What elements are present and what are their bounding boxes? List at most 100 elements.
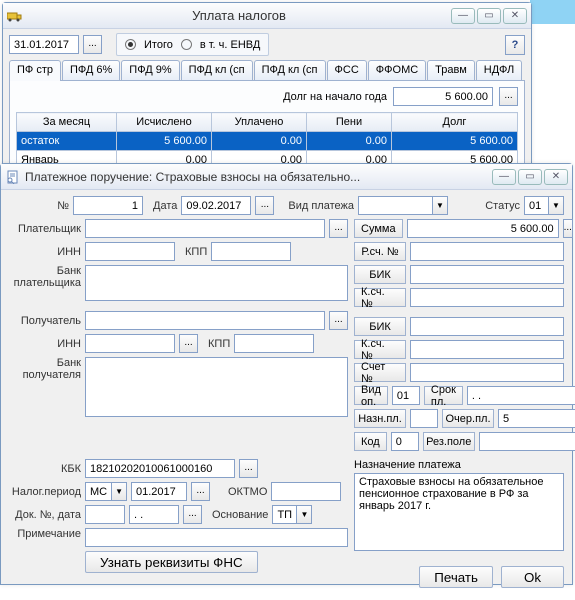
close-button[interactable]: ✕ [544,169,568,185]
vidop-input[interactable] [392,386,420,405]
tab-ndfl[interactable]: НДФЛ [476,60,522,81]
recip-bik-input[interactable] [410,317,564,336]
dok-date-picker[interactable]: ... [183,505,202,524]
kbk-picker[interactable]: ... [239,459,258,478]
titlebar[interactable]: Уплата налогов — ▭ ✕ [3,3,531,29]
payer-input[interactable] [85,219,325,238]
fns-details-button[interactable]: Узнать реквизиты ФНС [85,551,258,573]
tab-pf-str[interactable]: ПФ стр [9,60,61,81]
recipient-kpp-label: КПП [208,338,230,350]
tab-pfd9[interactable]: ПФД 9% [121,60,179,81]
chevron-down-icon[interactable]: ▼ [111,483,126,500]
order-date-picker[interactable]: ... [255,196,274,215]
naznpl-button[interactable]: Назн.пл. [354,409,406,428]
payer-inn-input[interactable] [85,242,175,261]
date-picker-button[interactable]: ... [83,35,102,54]
rsch-input[interactable] [410,242,564,261]
status-select[interactable]: 01▼ [524,196,564,215]
sum-picker[interactable]: ... [563,219,573,238]
dok-date-input[interactable] [129,505,179,524]
kod-input[interactable] [391,432,419,451]
recipient-inn-input[interactable] [85,334,175,353]
payer-bik-button[interactable]: БИК [354,265,406,284]
nalog-period-label: Налог.период [9,486,81,498]
payer-bank-label: Банк плательщика [9,265,81,289]
sum-button[interactable]: Сумма [354,219,403,238]
payer-ksch-input[interactable] [410,288,564,307]
maximize-button[interactable]: ▭ [518,169,542,185]
radio-total[interactable] [125,39,136,50]
chevron-down-icon[interactable]: ▼ [432,197,447,214]
order-date-input[interactable] [181,196,251,215]
recipient-input[interactable] [85,311,325,330]
recip-ksch-button[interactable]: К.сч. № [354,340,406,359]
purpose-textarea[interactable] [354,473,564,551]
maximize-button[interactable]: ▭ [477,8,501,24]
ok-button[interactable]: Ok [501,566,564,588]
sum-input[interactable] [407,219,559,238]
payer-bank-input[interactable] [85,265,348,301]
tab-travm[interactable]: Травм [427,60,475,81]
nalog-period-picker[interactable]: ... [191,482,210,501]
vidop-button[interactable]: Вид оп. [354,386,388,405]
tab-pfd-kl1[interactable]: ПФД кл (сп [181,60,253,81]
schet-input[interactable] [410,363,564,382]
nalog-period-input[interactable] [131,482,187,501]
minimize-button[interactable]: — [492,169,516,185]
recip-ksch-input[interactable] [410,340,564,359]
kbk-label: КБК [9,463,81,475]
dok-number-input[interactable] [85,505,125,524]
debt-begin-input[interactable] [393,87,493,106]
date-input[interactable] [9,35,79,54]
recip-bik-button[interactable]: БИК [354,317,406,336]
recipient-kpp-input[interactable] [234,334,314,353]
debt-picker-button[interactable]: ... [499,87,518,106]
table-row[interactable]: остаток 5 600.00 0.00 0.00 5 600.00 [17,132,518,151]
recipient-picker[interactable]: ... [329,311,348,330]
kod-button[interactable]: Код [354,432,387,451]
summary-mode-group: Итого в т. ч. ЕНВД [116,33,269,56]
tab-pfd-kl2[interactable]: ПФД кл (сп [254,60,326,81]
recipient-inn-picker[interactable]: ... [179,334,198,353]
date-label: Дата [153,200,177,212]
tab-pfd6[interactable]: ПФД 6% [62,60,120,81]
payer-kpp-input[interactable] [211,242,291,261]
oktmo-label: ОКТМО [228,486,267,498]
recipient-label: Получатель [9,315,81,327]
titlebar[interactable]: Платежное поручение: Страховые взносы на… [1,164,572,190]
ocherpl-input[interactable] [498,409,575,428]
srokpl-button[interactable]: Срок пл. [424,386,463,405]
tab-ffoms[interactable]: ФФОМС [368,60,426,81]
number-input[interactable] [73,196,143,215]
rezpole-input[interactable] [479,432,575,451]
payer-ksch-button[interactable]: К.сч. № [354,288,406,307]
srokpl-input[interactable] [467,386,575,405]
payment-type-select[interactable]: ▼ [358,196,448,215]
help-button[interactable]: ? [505,35,525,55]
kbk-input[interactable] [85,459,235,478]
payer-picker[interactable]: ... [329,219,348,238]
close-button[interactable]: ✕ [503,8,527,24]
chevron-down-icon[interactable]: ▼ [548,197,563,214]
recipient-inn-label: ИНН [9,338,81,350]
print-button[interactable]: Печать [419,566,493,588]
radio-envd[interactable] [181,39,192,50]
tab-fss[interactable]: ФСС [327,60,367,81]
rsch-button[interactable]: Р.сч. № [354,242,406,261]
payer-bik-input[interactable] [410,265,564,284]
naznpl-input[interactable] [410,409,438,428]
app-icon [7,8,23,24]
rezpole-button[interactable]: Рез.поле [423,432,475,451]
minimize-button[interactable]: — [451,8,475,24]
osnovanie-select[interactable]: ТП▼ [272,505,312,524]
payments-grid[interactable]: За месяц Исчислено Уплачено Пени Долг ос… [16,112,518,170]
recipient-bank-label: Банк получателя [9,357,81,381]
nalog-period-type-select[interactable]: МС▼ [85,482,127,501]
ocherpl-button[interactable]: Очер.пл. [442,409,494,428]
chevron-down-icon[interactable]: ▼ [296,506,311,523]
note-input[interactable] [85,528,348,547]
debt-begin-label: Долг на начало года [283,91,387,103]
oktmo-input[interactable] [271,482,341,501]
recipient-bank-input[interactable] [85,357,348,417]
schet-button[interactable]: Счет № [354,363,406,382]
